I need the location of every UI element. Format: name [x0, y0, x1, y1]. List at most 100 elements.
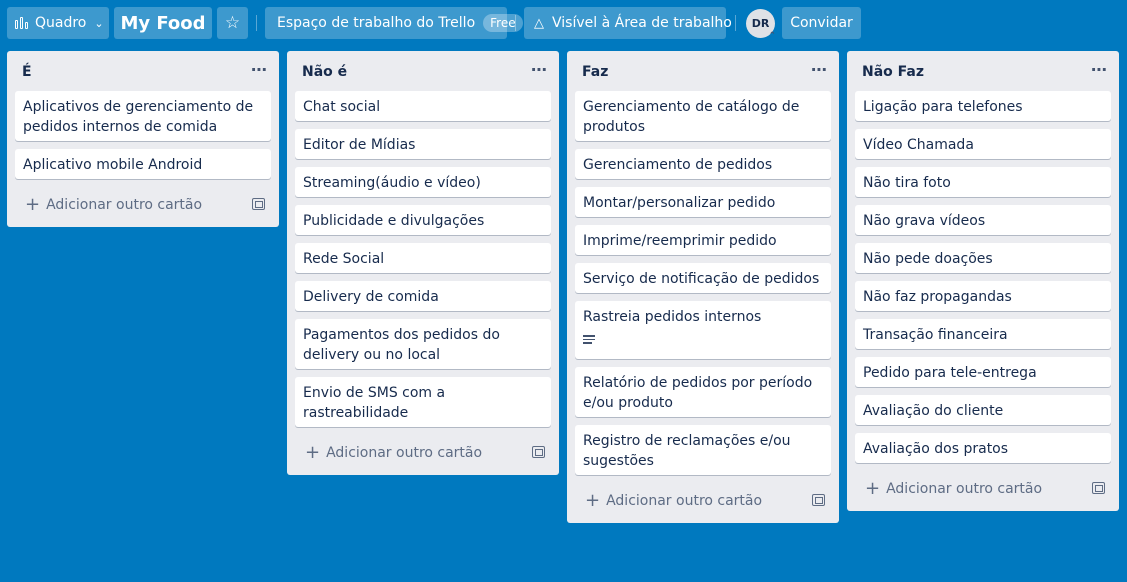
add-card-button[interactable]: + Adicionar outro cartão [855, 471, 1111, 507]
card-title: Não faz propagandas [863, 289, 1012, 305]
card[interactable]: Ligação para telefones [855, 91, 1111, 121]
more-icon[interactable]: ⋯ [811, 60, 827, 79]
list-header[interactable]: Não Faz ⋯ [847, 51, 1119, 91]
board-header: Quadro ⌄ My Food ☆ Espaço de trabalho do… [0, 0, 1127, 46]
plus-icon: + [865, 478, 881, 499]
card-title: Publicidade e divulgações [303, 213, 485, 229]
card-template-icon[interactable] [252, 198, 265, 210]
card[interactable]: Registro de reclamações e/ou sugestões [575, 425, 831, 475]
card[interactable]: Não pede doações [855, 243, 1111, 273]
card[interactable]: Avaliação dos pratos [855, 433, 1111, 463]
card[interactable]: Aplicativos de gerenciamento de pedidos … [15, 91, 271, 141]
list-nao-e: Não é ⋯ Chat social Editor de Mídias Str… [287, 51, 559, 475]
divider [735, 15, 736, 31]
card-title: Avaliação dos pratos [863, 441, 1009, 457]
card[interactable]: Imprime/reemprimir pedido [575, 225, 831, 255]
card-title: Envio de SMS com a rastreabilidade [303, 385, 446, 421]
plus-icon: + [585, 490, 601, 511]
plus-icon: + [305, 442, 321, 463]
card[interactable]: Editor de Mídias [295, 129, 551, 159]
card[interactable]: Gerenciamento de pedidos [575, 149, 831, 179]
board-view-switcher[interactable]: Quadro ⌄ [7, 7, 109, 39]
people-icon: △ [534, 15, 544, 31]
chevron-down-icon: ⌄ [94, 16, 104, 30]
list-title[interactable]: Faz [582, 64, 608, 80]
card-title: Streaming(áudio e vídeo) [303, 175, 481, 191]
card-title: Aplicativos de gerenciamento de pedidos … [23, 99, 254, 135]
star-button[interactable]: ☆ [217, 7, 248, 39]
invite-button[interactable]: Convidar [782, 7, 861, 39]
add-card-button[interactable]: + Adicionar outro cartão [295, 435, 551, 471]
card-title: Vídeo Chamada [863, 137, 974, 153]
card-title: Rede Social [303, 251, 385, 267]
visibility-label: Visível à Área de trabalho [552, 15, 732, 31]
card-title: Imprime/reemprimir pedido [583, 233, 777, 249]
card-title: Registro de reclamações e/ou sugestões [583, 433, 791, 469]
board-title[interactable]: My Food [114, 7, 212, 39]
card-template-icon[interactable] [1092, 482, 1105, 494]
card-title: Serviço de notificação de pedidos [583, 271, 820, 287]
card[interactable]: Rede Social [295, 243, 551, 273]
board-view-label: Quadro [35, 15, 87, 31]
card[interactable]: Streaming(áudio e vídeo) [295, 167, 551, 197]
more-icon[interactable]: ⋯ [531, 60, 547, 79]
list-title[interactable]: É [22, 64, 32, 80]
list-header[interactable]: Faz ⋯ [567, 51, 839, 91]
card[interactable]: Gerenciamento de catálogo de produtos [575, 91, 831, 141]
plus-icon: + [25, 194, 41, 215]
card-template-icon[interactable] [812, 494, 825, 506]
card-title: Pedido para tele-entrega [863, 365, 1037, 381]
card[interactable]: Transação financeira [855, 319, 1111, 349]
description-icon [583, 335, 823, 355]
card-title: Editor de Mídias [303, 137, 416, 153]
card[interactable]: Chat social [295, 91, 551, 121]
card[interactable]: Pedido para tele-entrega [855, 357, 1111, 387]
divider [515, 15, 516, 31]
list-title[interactable]: Não é [302, 64, 347, 80]
list-header[interactable]: É ⋯ [7, 51, 279, 91]
card-title: Montar/personalizar pedido [583, 195, 776, 211]
card[interactable]: Rastreia pedidos internos [575, 301, 831, 359]
member-avatar[interactable]: DR ⌃ [746, 9, 776, 41]
card-title: Não tira foto [863, 175, 951, 191]
card[interactable]: Não faz propagandas [855, 281, 1111, 311]
star-icon: ☆ [224, 13, 241, 33]
card-template-icon[interactable] [532, 446, 545, 458]
add-card-label: Adicionar outro cartão [886, 481, 1043, 497]
card[interactable]: Aplicativo mobile Android [15, 149, 271, 179]
card-title: Ligação para telefones [863, 99, 1023, 115]
divider [256, 15, 257, 31]
more-icon[interactable]: ⋯ [251, 60, 267, 79]
card[interactable]: Relatório de pedidos por período e/ou pr… [575, 367, 831, 417]
list-header[interactable]: Não é ⋯ [287, 51, 559, 91]
more-icon[interactable]: ⋯ [1091, 60, 1107, 79]
card[interactable]: Serviço de notificação de pedidos [575, 263, 831, 293]
list-e: É ⋯ Aplicativos de gerenciamento de pedi… [7, 51, 279, 227]
board-view-icon [15, 17, 29, 29]
plan-badge: Free [483, 14, 523, 32]
card[interactable]: Não tira foto [855, 167, 1111, 197]
card[interactable]: Envio de SMS com a rastreabilidade [295, 377, 551, 427]
card[interactable]: Delivery de comida [295, 281, 551, 311]
list-title[interactable]: Não Faz [862, 64, 924, 80]
visibility-button[interactable]: △ Visível à Área de trabalho [524, 7, 732, 39]
card[interactable]: Publicidade e divulgações [295, 205, 551, 235]
card-title: Avaliação do cliente [863, 403, 1004, 419]
card[interactable]: Vídeo Chamada [855, 129, 1111, 159]
card[interactable]: Pagamentos dos pedidos do delivery ou no… [295, 319, 551, 369]
workspace-button[interactable]: Espaço de trabalho do Trello Free [265, 7, 523, 39]
card-title: Gerenciamento de pedidos [583, 157, 773, 173]
workspace-label: Espaço de trabalho do Trello [277, 15, 476, 31]
list-faz: Faz ⋯ Gerenciamento de catálogo de produ… [567, 51, 839, 523]
card-title: Delivery de comida [303, 289, 439, 305]
card[interactable]: Não grava vídeos [855, 205, 1111, 235]
add-card-label: Adicionar outro cartão [326, 445, 483, 461]
card[interactable]: Avaliação do cliente [855, 395, 1111, 425]
add-card-button[interactable]: + Adicionar outro cartão [15, 187, 271, 223]
card-title: Transação financeira [863, 327, 1008, 343]
card-title: Aplicativo mobile Android [23, 157, 203, 173]
add-card-label: Adicionar outro cartão [606, 493, 763, 509]
card-title: Pagamentos dos pedidos do delivery ou no… [303, 327, 500, 363]
card[interactable]: Montar/personalizar pedido [575, 187, 831, 217]
add-card-button[interactable]: + Adicionar outro cartão [575, 483, 831, 519]
